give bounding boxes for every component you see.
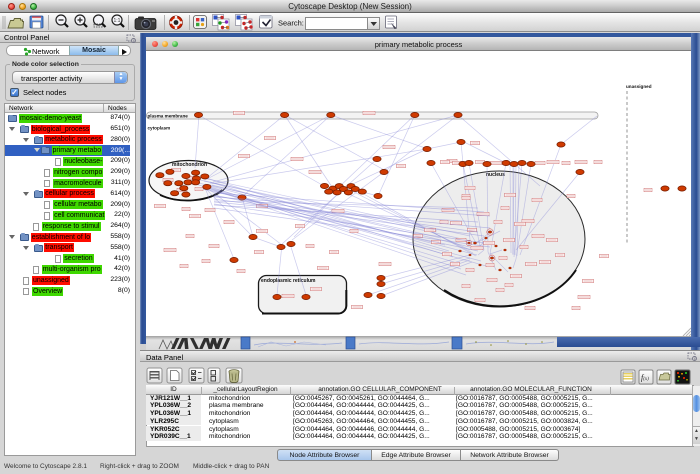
svg-text:mitochondrion: mitochondrion [172,162,207,168]
svg-text:plasma membrane: plasma membrane [148,114,189,119]
svg-text:nucleus: nucleus [486,172,505,178]
svg-text:Search:: Search: [278,19,304,28]
svg-text:1:1: 1:1 [114,18,121,24]
svg-text:unassigned: unassigned [626,84,652,89]
svg-text:endoplasmic reticulum: endoplasmic reticulum [261,278,316,284]
svg-text:cytoplasm: cytoplasm [148,126,171,131]
